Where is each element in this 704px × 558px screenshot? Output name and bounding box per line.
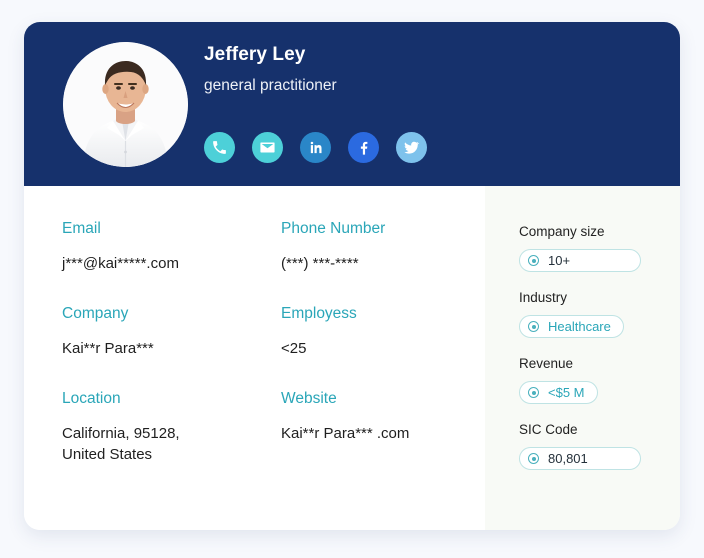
person-name: Jeffery Ley: [204, 44, 306, 65]
facebook-icon[interactable]: [348, 132, 379, 163]
field-website: Website Kai**r Para*** .com: [281, 389, 485, 465]
field-email: Email j***@kai*****.com: [62, 219, 281, 274]
radio-icon: [528, 321, 539, 332]
firmographics-pane: Company size 10+ Industry Healthcare Rev…: [485, 186, 680, 530]
details-grid: Email j***@kai*****.com Phone Number (**…: [62, 219, 485, 495]
email-icon[interactable]: [252, 132, 283, 163]
group-revenue: Revenue <$5 M: [519, 355, 680, 404]
radio-icon: [528, 453, 539, 464]
field-value: <25: [281, 340, 307, 357]
details-pane: Email j***@kai*****.com Phone Number (**…: [24, 186, 485, 530]
pill-value: <$5 M: [548, 385, 585, 400]
side-label: Industry: [519, 290, 568, 305]
field-phone-number: Phone Number (***) ***-****: [281, 219, 485, 274]
field-label: Company: [62, 305, 129, 322]
field-value: j***@kai*****.com: [62, 255, 179, 272]
group-industry: Industry Healthcare: [519, 289, 680, 338]
field-location: Location California, 95128, United State…: [62, 389, 281, 465]
card-body: Email j***@kai*****.com Phone Number (**…: [24, 186, 680, 530]
linkedin-icon[interactable]: [300, 132, 331, 163]
field-label: Location: [62, 390, 121, 407]
field-label: Website: [281, 390, 337, 407]
field-employees: Employess <25: [281, 304, 485, 359]
field-value: (***) ***-****: [281, 255, 359, 272]
phone-icon[interactable]: [204, 132, 235, 163]
revenue-pill[interactable]: <$5 M: [519, 381, 598, 404]
profile-identity: Jeffery Ley general practitioner: [204, 44, 624, 96]
field-value: Kai**r Para*** .com: [281, 425, 410, 442]
group-sic-code: SIC Code 80,801: [519, 421, 680, 470]
industry-pill[interactable]: Healthcare: [519, 315, 624, 338]
field-label: Phone Number: [281, 220, 386, 237]
pill-value: Healthcare: [548, 319, 611, 334]
contact-profile-card: Jeffery Ley general practitioner Email j…: [24, 22, 680, 530]
field-company: Company Kai**r Para***: [62, 304, 281, 359]
field-label: Email: [62, 220, 101, 237]
pill-value: 80,801: [548, 451, 588, 466]
social-links: [204, 132, 427, 163]
side-label: SIC Code: [519, 422, 578, 437]
pill-value: 10+: [548, 253, 571, 268]
twitter-icon[interactable]: [396, 132, 427, 163]
sic-code-pill[interactable]: 80,801: [519, 447, 641, 470]
person-title: general practitioner: [204, 77, 337, 94]
radio-icon: [528, 255, 539, 266]
group-company-size: Company size 10+: [519, 223, 680, 272]
field-value: California, 95128, United States: [62, 425, 180, 463]
company-size-pill[interactable]: 10+: [519, 249, 641, 272]
avatar: [63, 42, 188, 167]
field-value: Kai**r Para***: [62, 340, 154, 357]
side-label: Revenue: [519, 356, 574, 371]
radio-icon: [528, 387, 539, 398]
field-label: Employess: [281, 305, 357, 322]
side-label: Company size: [519, 224, 605, 239]
profile-header: Jeffery Ley general practitioner: [24, 22, 680, 186]
